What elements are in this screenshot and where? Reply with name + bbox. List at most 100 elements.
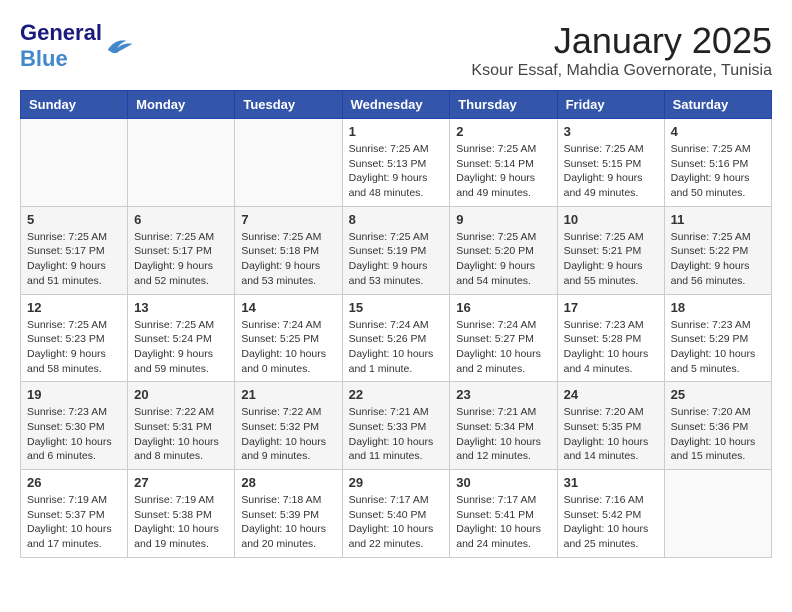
day-info: Sunrise: 7:21 AM Sunset: 5:33 PM Dayligh… — [349, 405, 444, 464]
day-number: 26 — [27, 475, 121, 490]
day-info: Sunrise: 7:18 AM Sunset: 5:39 PM Dayligh… — [241, 493, 335, 552]
day-info: Sunrise: 7:25 AM Sunset: 5:15 PM Dayligh… — [564, 142, 658, 201]
day-number: 3 — [564, 124, 658, 139]
day-info: Sunrise: 7:22 AM Sunset: 5:32 PM Dayligh… — [241, 405, 335, 464]
calendar-cell: 30 Sunrise: 7:17 AM Sunset: 5:41 PM Dayli… — [450, 470, 557, 558]
calendar-cell: 27 Sunrise: 7:19 AM Sunset: 5:38 PM Dayli… — [128, 470, 235, 558]
day-info: Sunrise: 7:24 AM Sunset: 5:26 PM Dayligh… — [349, 318, 444, 377]
calendar-cell: 24 Sunrise: 7:20 AM Sunset: 5:35 PM Dayli… — [557, 382, 664, 470]
day-info: Sunrise: 7:25 AM Sunset: 5:22 PM Dayligh… — [671, 230, 765, 289]
calendar-cell — [235, 119, 342, 207]
day-info: Sunrise: 7:19 AM Sunset: 5:38 PM Dayligh… — [134, 493, 228, 552]
day-of-week-header: Monday — [128, 91, 235, 119]
calendar-week-row: 1 Sunrise: 7:25 AM Sunset: 5:13 PM Daylig… — [21, 119, 772, 207]
day-number: 14 — [241, 300, 335, 315]
day-info: Sunrise: 7:25 AM Sunset: 5:18 PM Dayligh… — [241, 230, 335, 289]
day-number: 30 — [456, 475, 550, 490]
logo-bird-icon — [104, 34, 134, 58]
calendar-cell: 16 Sunrise: 7:24 AM Sunset: 5:27 PM Dayli… — [450, 294, 557, 382]
calendar-week-row: 19Sunrise: 7:23 AM Sunset: 5:30 PM Dayli… — [21, 382, 772, 470]
day-number: 13 — [134, 300, 228, 315]
calendar-week-row: 12Sunrise: 7:25 AM Sunset: 5:23 PM Dayli… — [21, 294, 772, 382]
day-of-week-header: Saturday — [664, 91, 771, 119]
day-number: 18 — [671, 300, 765, 315]
calendar-cell: 25 Sunrise: 7:20 AM Sunset: 5:36 PM Dayli… — [664, 382, 771, 470]
calendar-cell: 10Sunrise: 7:25 AM Sunset: 5:21 PM Dayli… — [557, 206, 664, 294]
calendar-cell: 15Sunrise: 7:24 AM Sunset: 5:26 PM Dayli… — [342, 294, 450, 382]
day-info: Sunrise: 7:25 AM Sunset: 5:21 PM Dayligh… — [564, 230, 658, 289]
day-of-week-header: Friday — [557, 91, 664, 119]
day-info: Sunrise: 7:23 AM Sunset: 5:28 PM Dayligh… — [564, 318, 658, 377]
day-number: 2 — [456, 124, 550, 139]
calendar-cell: 12Sunrise: 7:25 AM Sunset: 5:23 PM Dayli… — [21, 294, 128, 382]
day-info: Sunrise: 7:25 AM Sunset: 5:24 PM Dayligh… — [134, 318, 228, 377]
day-number: 7 — [241, 212, 335, 227]
day-number: 17 — [564, 300, 658, 315]
calendar-cell: 11 Sunrise: 7:25 AM Sunset: 5:22 PM Dayli… — [664, 206, 771, 294]
calendar-title: January 2025 — [471, 20, 772, 62]
calendar-cell: 4Sunrise: 7:25 AM Sunset: 5:16 PM Daylig… — [664, 119, 771, 207]
calendar-cell — [128, 119, 235, 207]
calendar-cell: 5 Sunrise: 7:25 AM Sunset: 5:17 PM Daylig… — [21, 206, 128, 294]
logo-text: General Blue — [20, 20, 102, 72]
calendar-cell: 23 Sunrise: 7:21 AM Sunset: 5:34 PM Dayli… — [450, 382, 557, 470]
day-number: 6 — [134, 212, 228, 227]
calendar-cell: 17 Sunrise: 7:23 AM Sunset: 5:28 PM Dayli… — [557, 294, 664, 382]
day-number: 20 — [134, 387, 228, 402]
calendar-cell: 28Sunrise: 7:18 AM Sunset: 5:39 PM Dayli… — [235, 470, 342, 558]
day-of-week-header: Thursday — [450, 91, 557, 119]
day-number: 22 — [349, 387, 444, 402]
calendar-cell: 3 Sunrise: 7:25 AM Sunset: 5:15 PM Daylig… — [557, 119, 664, 207]
day-info: Sunrise: 7:17 AM Sunset: 5:41 PM Dayligh… — [456, 493, 550, 552]
day-number: 24 — [564, 387, 658, 402]
day-info: Sunrise: 7:24 AM Sunset: 5:25 PM Dayligh… — [241, 318, 335, 377]
day-of-week-header: Tuesday — [235, 91, 342, 119]
day-number: 1 — [349, 124, 444, 139]
calendar-header-row: SundayMondayTuesdayWednesdayThursdayFrid… — [21, 91, 772, 119]
calendar-cell — [664, 470, 771, 558]
day-number: 27 — [134, 475, 228, 490]
calendar-cell: 6Sunrise: 7:25 AM Sunset: 5:17 PM Daylig… — [128, 206, 235, 294]
day-info: Sunrise: 7:25 AM Sunset: 5:17 PM Dayligh… — [27, 230, 121, 289]
day-info: Sunrise: 7:25 AM Sunset: 5:16 PM Dayligh… — [671, 142, 765, 201]
day-info: Sunrise: 7:24 AM Sunset: 5:27 PM Dayligh… — [456, 318, 550, 377]
day-info: Sunrise: 7:25 AM Sunset: 5:23 PM Dayligh… — [27, 318, 121, 377]
title-block: January 2025 Ksour Essaf, Mahdia Governo… — [471, 20, 772, 80]
day-info: Sunrise: 7:20 AM Sunset: 5:35 PM Dayligh… — [564, 405, 658, 464]
calendar-week-row: 5 Sunrise: 7:25 AM Sunset: 5:17 PM Daylig… — [21, 206, 772, 294]
calendar-cell: 18 Sunrise: 7:23 AM Sunset: 5:29 PM Dayli… — [664, 294, 771, 382]
day-of-week-header: Sunday — [21, 91, 128, 119]
day-number: 8 — [349, 212, 444, 227]
calendar-week-row: 26 Sunrise: 7:19 AM Sunset: 5:37 PM Dayli… — [21, 470, 772, 558]
day-info: Sunrise: 7:19 AM Sunset: 5:37 PM Dayligh… — [27, 493, 121, 552]
calendar-cell: 19Sunrise: 7:23 AM Sunset: 5:30 PM Dayli… — [21, 382, 128, 470]
day-info: Sunrise: 7:25 AM Sunset: 5:14 PM Dayligh… — [456, 142, 550, 201]
day-number: 29 — [349, 475, 444, 490]
day-info: Sunrise: 7:16 AM Sunset: 5:42 PM Dayligh… — [564, 493, 658, 552]
day-of-week-header: Wednesday — [342, 91, 450, 119]
day-number: 9 — [456, 212, 550, 227]
calendar-cell: 9 Sunrise: 7:25 AM Sunset: 5:20 PM Daylig… — [450, 206, 557, 294]
day-info: Sunrise: 7:25 AM Sunset: 5:13 PM Dayligh… — [349, 142, 444, 201]
calendar-cell: 2 Sunrise: 7:25 AM Sunset: 5:14 PM Daylig… — [450, 119, 557, 207]
calendar-cell: 31 Sunrise: 7:16 AM Sunset: 5:42 PM Dayli… — [557, 470, 664, 558]
calendar-cell: 20Sunrise: 7:22 AM Sunset: 5:31 PM Dayli… — [128, 382, 235, 470]
day-info: Sunrise: 7:23 AM Sunset: 5:29 PM Dayligh… — [671, 318, 765, 377]
day-number: 31 — [564, 475, 658, 490]
calendar-cell — [21, 119, 128, 207]
calendar-cell: 29Sunrise: 7:17 AM Sunset: 5:40 PM Dayli… — [342, 470, 450, 558]
day-info: Sunrise: 7:20 AM Sunset: 5:36 PM Dayligh… — [671, 405, 765, 464]
day-number: 25 — [671, 387, 765, 402]
day-info: Sunrise: 7:25 AM Sunset: 5:20 PM Dayligh… — [456, 230, 550, 289]
calendar-cell: 14 Sunrise: 7:24 AM Sunset: 5:25 PM Dayli… — [235, 294, 342, 382]
calendar-cell: 21Sunrise: 7:22 AM Sunset: 5:32 PM Dayli… — [235, 382, 342, 470]
day-number: 16 — [456, 300, 550, 315]
day-info: Sunrise: 7:21 AM Sunset: 5:34 PM Dayligh… — [456, 405, 550, 464]
calendar-cell: 1 Sunrise: 7:25 AM Sunset: 5:13 PM Daylig… — [342, 119, 450, 207]
day-number: 19 — [27, 387, 121, 402]
day-number: 23 — [456, 387, 550, 402]
calendar-table: SundayMondayTuesdayWednesdayThursdayFrid… — [20, 90, 772, 558]
logo: General Blue — [20, 20, 134, 72]
day-number: 5 — [27, 212, 121, 227]
day-number: 11 — [671, 212, 765, 227]
